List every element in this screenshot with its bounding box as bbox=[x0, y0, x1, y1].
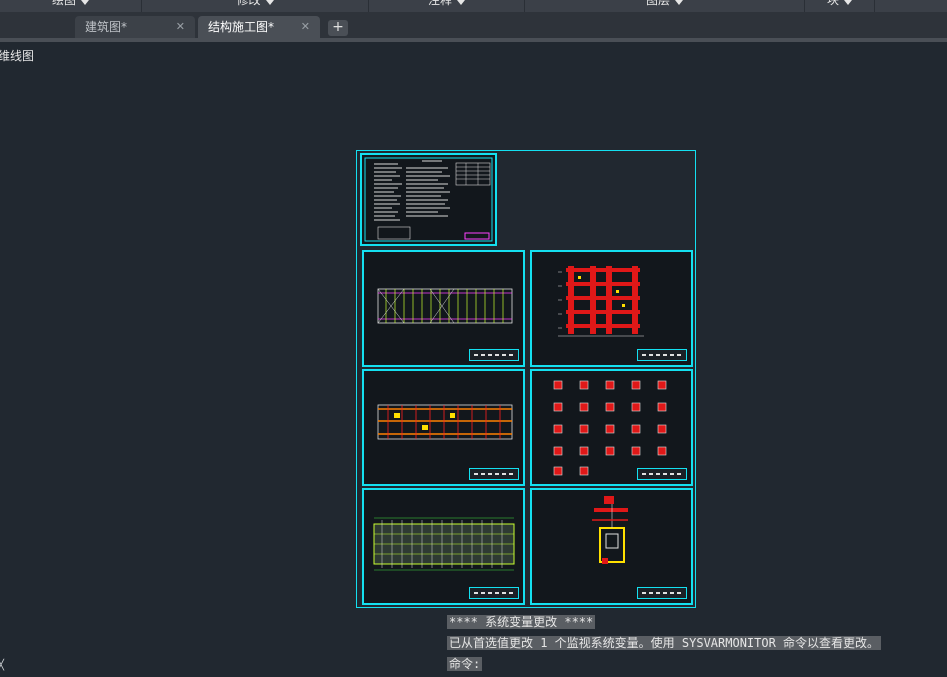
ucs-icon: ╳ bbox=[0, 660, 5, 671]
command-history-line: 已从首选值更改 1 个监视系统变量。使用 SYSVARMONITOR 命令以查看… bbox=[447, 636, 882, 650]
chevron-down-icon bbox=[265, 0, 274, 5]
command-prompt[interactable]: 命令: bbox=[447, 656, 881, 673]
drawing-canvas[interactable] bbox=[0, 64, 947, 614]
drawing-sheet-frame-elevation[interactable] bbox=[530, 250, 693, 367]
file-tab-structure[interactable]: 结构施工图* ✕ bbox=[198, 16, 320, 38]
command-window[interactable]: **** 系统变量更改 **** 已从首选值更改 1 个监视系统变量。使用 SY… bbox=[447, 614, 882, 677]
chevron-down-icon bbox=[675, 0, 683, 5]
drawing-sheet-foundation-plan[interactable] bbox=[362, 250, 525, 367]
panel-modify-label: 修改 bbox=[236, 0, 261, 7]
title-block bbox=[637, 468, 687, 480]
viewport-style-label[interactable]: 维线图 bbox=[0, 47, 34, 64]
drawing-sheet-slab-plan[interactable] bbox=[362, 488, 525, 605]
sheet-notes-graphic bbox=[364, 157, 493, 242]
title-block bbox=[637, 587, 687, 599]
panel-block-label: 块 bbox=[826, 0, 839, 7]
drawing-sheet-notes[interactable] bbox=[360, 153, 497, 246]
tab-underline bbox=[0, 38, 947, 42]
chevron-down-icon bbox=[457, 0, 465, 5]
panel-modify[interactable]: 修改 bbox=[142, 0, 369, 12]
panel-layers-label: 图层 bbox=[645, 0, 670, 7]
title-block bbox=[469, 349, 519, 361]
new-tab-button[interactable]: + bbox=[328, 20, 348, 36]
panel-layers[interactable]: 图层 bbox=[525, 0, 805, 12]
chevron-down-icon bbox=[81, 0, 89, 5]
drawing-sheet-column-details[interactable] bbox=[530, 369, 693, 486]
panel-annotation-label: 注释 bbox=[427, 0, 452, 7]
panel-draw-label: 绘图 bbox=[51, 0, 76, 7]
close-icon[interactable]: ✕ bbox=[176, 16, 185, 38]
title-block bbox=[469, 587, 519, 599]
panel-annotation[interactable]: 注释 bbox=[369, 0, 525, 12]
command-history-line: **** 系统变量更改 **** bbox=[447, 615, 596, 629]
close-icon[interactable]: ✕ bbox=[301, 16, 310, 38]
ribbon-panel-bar: 绘图 修改 注释 图层 块 bbox=[0, 0, 947, 12]
title-block bbox=[469, 468, 519, 480]
panel-draw[interactable]: 绘图 bbox=[0, 0, 142, 12]
file-tab-label: 结构施工图* bbox=[208, 20, 275, 34]
title-block bbox=[637, 349, 687, 361]
file-tab-label: 建筑图* bbox=[85, 20, 128, 34]
panel-block[interactable]: 块 bbox=[805, 0, 875, 12]
drawing-sheet-stair-detail[interactable] bbox=[530, 488, 693, 605]
file-tab-architecture[interactable]: 建筑图* ✕ bbox=[75, 16, 195, 38]
drawing-sheet-beam-layout[interactable] bbox=[362, 369, 525, 486]
chevron-down-icon bbox=[844, 0, 852, 5]
